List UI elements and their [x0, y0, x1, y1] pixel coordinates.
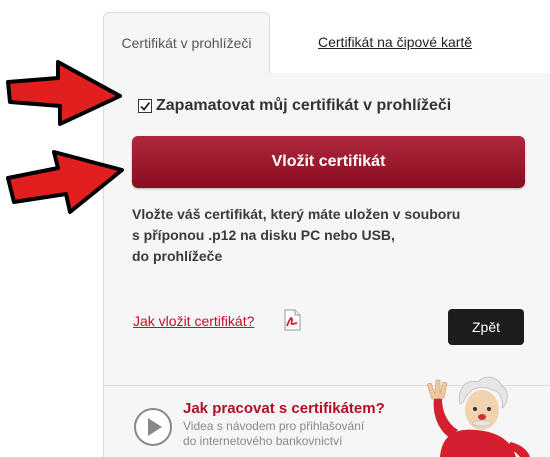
video-subtitle: do internetového bankovnictví — [183, 434, 343, 448]
play-circle-icon[interactable] — [133, 407, 173, 447]
remember-label: Zapamatovat můj certifikát v prohlížeči — [156, 97, 452, 114]
red-arrow-pointer — [6, 60, 122, 126]
pdf-icon[interactable] — [282, 309, 302, 331]
insert-certificate-button[interactable]: Vložit certifikát — [132, 136, 525, 188]
remember-certificate-option[interactable]: Zapamatovat můj certifikát v prohlížeči — [138, 97, 451, 115]
video-tutorial-link[interactable]: Jak pracovat s certifikátem? — [183, 400, 385, 417]
video-subtitle: Videa s návodem pro přihlašování — [183, 419, 365, 433]
back-button[interactable]: Zpět — [448, 309, 524, 345]
remember-checkbox[interactable] — [138, 99, 152, 113]
description-line: Vložte váš certifikát, který máte uložen… — [132, 206, 461, 222]
mascot-illustration — [426, 376, 530, 457]
red-arrow-pointer — [6, 150, 124, 214]
description-line: do prohlížeče — [132, 248, 223, 264]
certificate-login-screen: Certifikát v prohlížeči Certifikát na či… — [0, 0, 550, 457]
checkmark-icon — [140, 101, 151, 111]
howto-insert-certificate-link[interactable]: Jak vložit certifikát? — [133, 313, 254, 329]
description-line: s příponou .p12 na disku PC nebo USB, — [132, 227, 395, 243]
tab-smartcard-certificate[interactable]: Certifikát na čipové kartě — [318, 34, 472, 50]
description-text: Vložte váš certifikát, který máte uložen… — [132, 204, 522, 267]
tab-browser-certificate[interactable]: Certifikát v prohlížeči — [103, 12, 270, 74]
tab-browser-label: Certifikát v prohlížeči — [121, 35, 252, 51]
